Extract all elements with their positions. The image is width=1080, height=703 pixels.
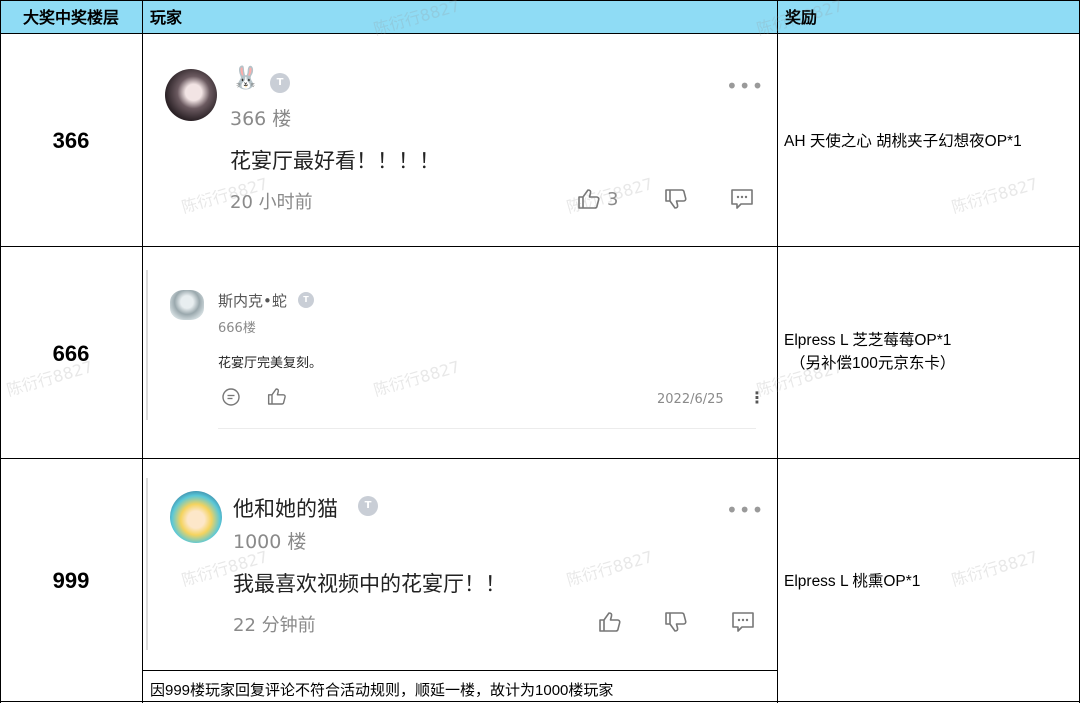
comment-text: 花宴厅完美复刻。 bbox=[218, 356, 323, 371]
row-divider bbox=[0, 246, 1080, 247]
more-icon[interactable]: ⋮ bbox=[749, 388, 765, 407]
comment-date: 2022/6/25 bbox=[657, 392, 724, 407]
avatar[interactable] bbox=[170, 290, 204, 320]
user-name[interactable]: 他和她的猫 bbox=[233, 493, 338, 523]
more-icon[interactable]: ••• bbox=[726, 74, 764, 98]
comment-time: 22 分钟前 bbox=[233, 615, 316, 636]
footnote: 因999楼玩家回复评论不符合活动规则，顺延一楼，故计为1000楼玩家 bbox=[150, 682, 614, 699]
user-name-emoji: 🐰 bbox=[232, 66, 260, 91]
like-icon[interactable] bbox=[598, 611, 622, 633]
divider bbox=[146, 270, 148, 420]
floor-label: 1000 楼 bbox=[233, 531, 307, 553]
row-divider bbox=[0, 701, 1080, 702]
note-divider bbox=[142, 670, 778, 671]
reward-text: Elpress L 芝芝莓莓OP*1 bbox=[784, 332, 952, 349]
avatar[interactable] bbox=[170, 491, 222, 543]
level-badge-icon: T bbox=[270, 73, 290, 93]
reward-text: AH 天使之心 胡桃夹子幻想夜OP*1 bbox=[784, 133, 1022, 150]
floor-number: 666 bbox=[52, 341, 90, 366]
level-badge-icon: T bbox=[358, 496, 378, 516]
watermark: 陈衍行8827 bbox=[949, 174, 1041, 217]
comment-text: 花宴厅最好看！！！！ bbox=[230, 149, 440, 173]
header-floor: 大奖中奖楼层 bbox=[22, 8, 119, 27]
floor-number: 366 bbox=[52, 128, 90, 153]
divider bbox=[218, 428, 756, 429]
user-name[interactable]: 斯内克•蛇 bbox=[218, 290, 287, 311]
header-player: 玩家 bbox=[150, 8, 183, 27]
reward-text: Elpress L 桃熏OP*1 bbox=[784, 573, 921, 590]
like-icon[interactable] bbox=[577, 188, 601, 210]
floor-label: 366 楼 bbox=[230, 108, 292, 130]
comment-text: 我最喜欢视频中的花宴厅！！ bbox=[233, 572, 506, 596]
more-icon[interactable]: ••• bbox=[726, 498, 764, 522]
floor-label: 666楼 bbox=[218, 321, 256, 336]
level-badge-icon: T bbox=[298, 292, 314, 308]
divider bbox=[146, 478, 148, 650]
table-header: 大奖中奖楼层 玩家 奖励 bbox=[0, 0, 1080, 34]
watermark: 陈衍行8827 bbox=[371, 357, 463, 400]
grid-line bbox=[777, 0, 778, 703]
dislike-icon[interactable] bbox=[664, 611, 688, 633]
like-icon[interactable] bbox=[267, 387, 287, 406]
dislike-icon[interactable] bbox=[664, 188, 688, 210]
floor-number: 999 bbox=[52, 568, 90, 593]
header-reward: 奖励 bbox=[785, 8, 818, 27]
row-divider bbox=[0, 458, 1080, 459]
grid-line bbox=[142, 0, 143, 703]
reply-icon[interactable] bbox=[221, 387, 241, 407]
watermark: 陈衍行8827 bbox=[564, 547, 656, 590]
like-count: 3 bbox=[607, 189, 619, 210]
watermark: 陈衍行8827 bbox=[949, 547, 1041, 590]
reply-icon[interactable] bbox=[731, 611, 755, 633]
comment-time: 20 小时前 bbox=[230, 192, 313, 213]
reward-note: （另补偿100元京东卡） bbox=[790, 355, 956, 372]
avatar[interactable] bbox=[165, 69, 217, 121]
reply-icon[interactable] bbox=[730, 188, 754, 210]
